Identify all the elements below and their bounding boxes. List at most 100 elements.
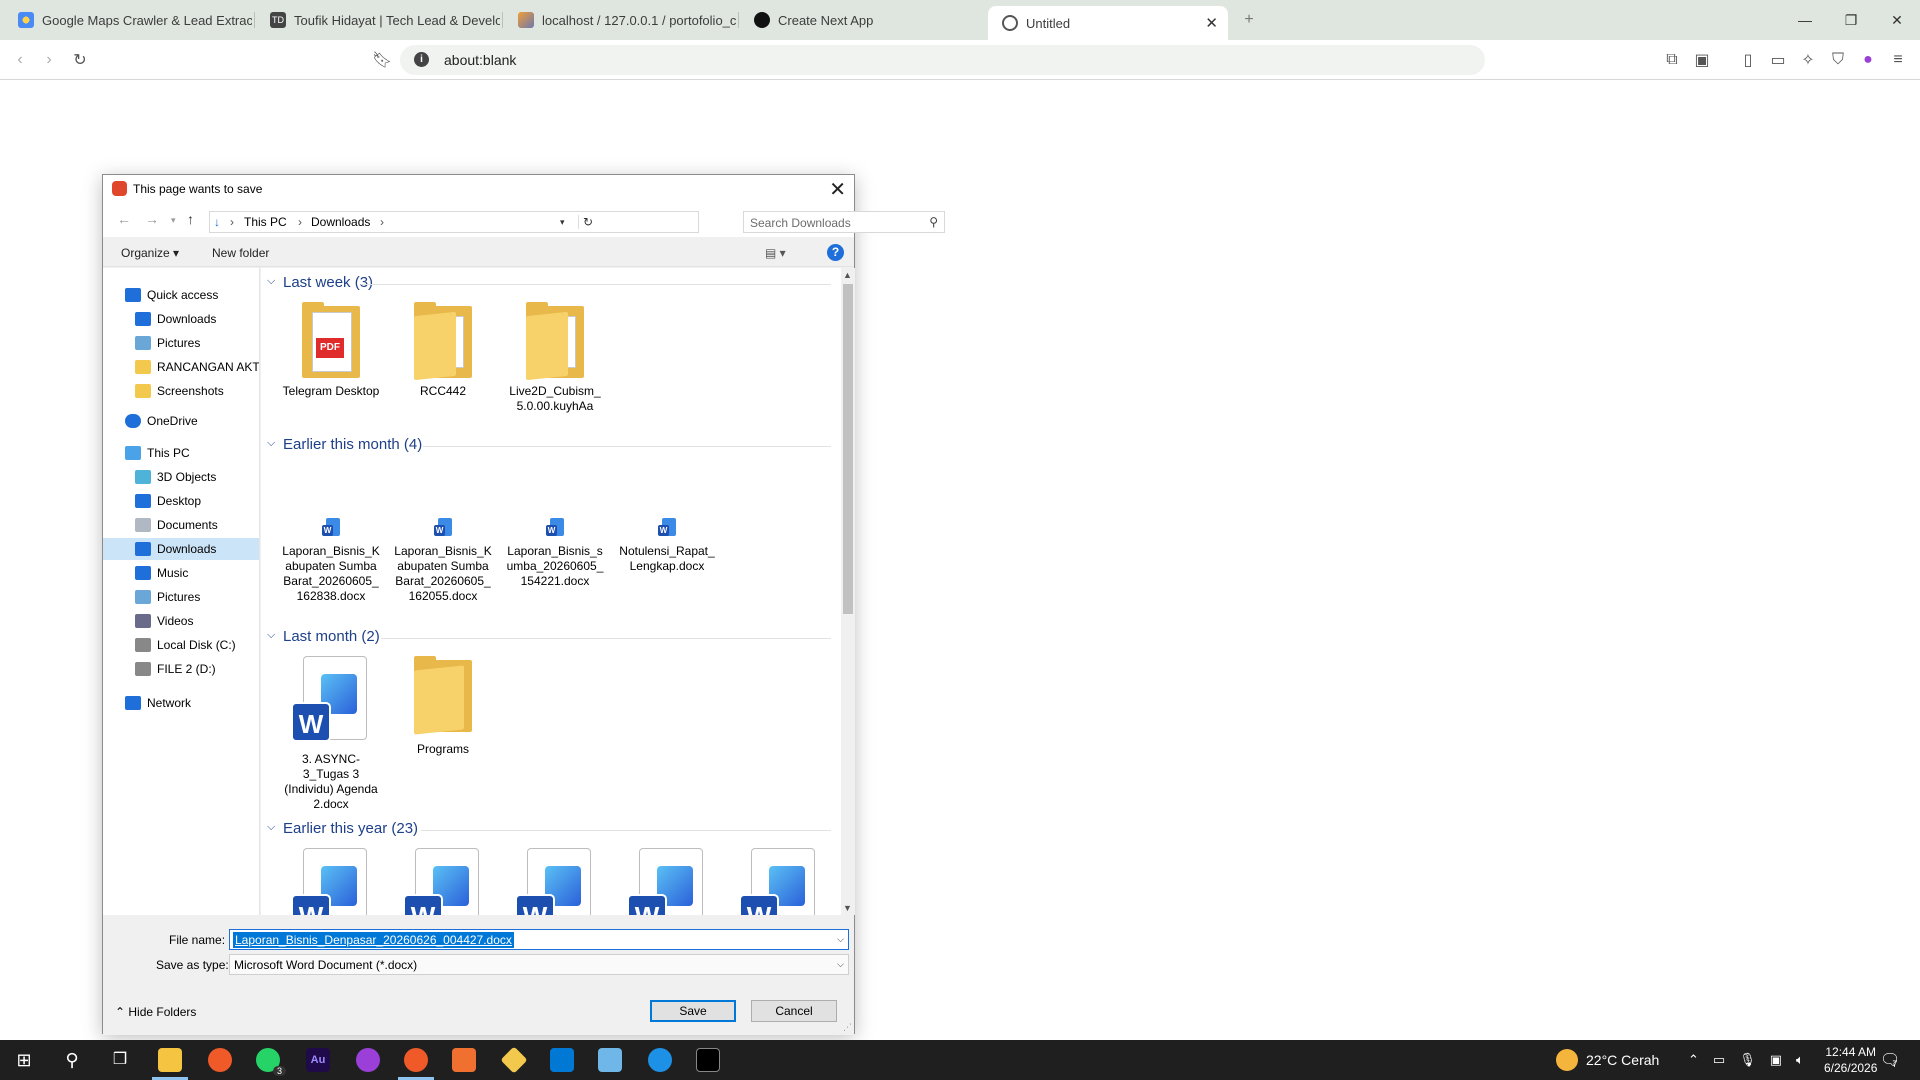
vpn-shield-icon[interactable]: ⛉ (1826, 48, 1850, 72)
refresh-icon[interactable]: ↻ (578, 215, 593, 229)
address-bar[interactable]: i about:blank (400, 45, 1485, 75)
organize-button[interactable]: Organize ▾ (121, 246, 179, 260)
profile-icon[interactable]: ● (1856, 48, 1880, 72)
file-item-docx[interactable]: W (617, 848, 717, 915)
scrollbar-thumb[interactable] (843, 284, 853, 614)
sidebar-item-downloads[interactable]: Downloads (103, 538, 259, 560)
task-view-icon[interactable]: ❒ (108, 1048, 132, 1072)
tab-localhost-phpmyadmin[interactable]: localhost / 127.0.0.1 / portofolio_cyb (504, 0, 736, 40)
meet-now-icon[interactable]: ▭ (1713, 1052, 1725, 1068)
sidebar-item-3d-objects[interactable]: 3D Objects (103, 466, 259, 488)
scroll-up-icon[interactable]: ▲ (843, 270, 852, 280)
minimize-icon[interactable]: — (1782, 0, 1828, 40)
notifications-button[interactable]: 🗨︎ 7 (1880, 1040, 1900, 1080)
whatsapp-icon[interactable]: 3 (256, 1048, 286, 1076)
address-breadcrumb[interactable]: ↓ › This PC › Downloads › ▾ ↻ (209, 211, 699, 233)
sidebar-item-this-pc[interactable]: This PC (103, 442, 259, 464)
sidebar-item-onedrive[interactable]: OneDrive (103, 410, 259, 432)
notes-app-icon[interactable] (598, 1048, 622, 1072)
file-name-input[interactable]: Laporan_Bisnis_Denpasar_20260626_004427.… (229, 929, 849, 950)
wallet-icon[interactable]: ▭ (1766, 48, 1790, 72)
recent-locations-icon[interactable]: ▾ (171, 215, 176, 226)
file-item-docx[interactable]: W Notulensi_Rapat_Lengkap.docx (617, 518, 717, 574)
git-kraken-icon[interactable] (500, 1046, 528, 1074)
chevron-right-icon[interactable]: › (380, 215, 384, 229)
vscode-icon[interactable] (550, 1048, 574, 1072)
restore-icon[interactable]: ❐ (1828, 0, 1874, 40)
extensions-icon[interactable]: ⧉ (1660, 48, 1684, 72)
breadcrumb-downloads[interactable]: Downloads (311, 215, 370, 229)
sidebar-item-pictures[interactable]: Pictures (103, 586, 259, 608)
docker-icon[interactable] (648, 1048, 672, 1072)
info-icon[interactable]: i (414, 52, 429, 67)
group-header-earlier-this-year[interactable]: ⌵ Earlier this year (23) (261, 818, 831, 842)
file-item-folder[interactable]: Live2D_Cubism_5.0.00.kuyhAa (505, 302, 605, 414)
sidebar-item-quick-access[interactable]: Quick access (103, 284, 259, 306)
xampp-icon[interactable] (452, 1048, 476, 1072)
sidebar-item-downloads[interactable]: Downloads (103, 308, 259, 330)
brave-nightly-icon[interactable] (404, 1048, 428, 1072)
microphone-icon[interactable]: 🎙︎ (1739, 1052, 1756, 1068)
clock[interactable]: 12:44 AM 6/26/2026 (1824, 1040, 1877, 1080)
file-item-docx[interactable]: W (505, 848, 605, 915)
search-icon[interactable]: ⚲ (929, 215, 938, 229)
up-arrow-icon[interactable]: ↑ (187, 211, 194, 227)
sidebar-item-local-disk-c[interactable]: Local Disk (C:) (103, 634, 259, 656)
file-item-folder[interactable]: Programs (393, 656, 493, 757)
forward-arrow-icon[interactable]: › (37, 48, 61, 72)
tab-untitled[interactable]: Untitled ✕ (988, 6, 1228, 40)
close-tab-icon[interactable]: ✕ (1205, 14, 1218, 32)
vertical-scrollbar[interactable]: ▲ ▼ (841, 268, 855, 915)
forward-arrow-icon[interactable]: → (145, 211, 159, 227)
save-as-type-select[interactable]: Microsoft Word Document (*.docx) ⌵ (229, 954, 849, 975)
chevron-down-icon[interactable]: ⌵ (837, 934, 844, 945)
chevron-right-icon[interactable]: › (298, 215, 302, 229)
breadcrumb-this-pc[interactable]: This PC (244, 215, 287, 229)
brave-beta-icon[interactable] (356, 1048, 380, 1072)
adobe-audition-icon[interactable]: Au (306, 1048, 330, 1072)
tab-google-maps-crawler[interactable]: Google Maps Crawler & Lead Extract (4, 0, 252, 40)
screenshot-icon[interactable]: ▣ (1690, 48, 1714, 72)
resize-grip-icon[interactable]: ⋰ (843, 1022, 852, 1033)
sidebar-item-rancangan-aktu[interactable]: RANCANGAN AKTU (103, 356, 259, 378)
file-item-folder[interactable]: RCC442 (393, 302, 493, 399)
file-item-folder[interactable]: PDF Telegram Desktop (281, 302, 381, 399)
save-button[interactable]: Save (650, 1000, 736, 1022)
hide-folders-button[interactable]: ⌃ Hide Folders (115, 1005, 196, 1019)
file-item-docx[interactable]: W Laporan_Bisnis_sumba_20260605_154221.d… (505, 518, 605, 589)
back-arrow-icon[interactable]: ‹ (8, 48, 32, 72)
sidebar-item-screenshots[interactable]: Screenshots (103, 380, 259, 402)
tab-toufik-hidayat[interactable]: TD Toufik Hidayat | Tech Lead & Develop (256, 0, 500, 40)
close-dialog-icon[interactable]: ✕ (829, 177, 846, 202)
network-icon[interactable]: ▣ (1770, 1052, 1782, 1068)
file-explorer-icon[interactable] (158, 1048, 182, 1072)
new-folder-button[interactable]: New folder (212, 246, 269, 260)
menu-icon[interactable]: ≡ (1886, 48, 1910, 72)
file-item-docx[interactable]: W (393, 848, 493, 915)
terminal-icon[interactable] (696, 1048, 720, 1072)
windows-start-icon[interactable]: ⊞ (12, 1048, 36, 1072)
sidebar-item-network[interactable]: Network (103, 692, 259, 714)
file-item-docx[interactable]: W 3. ASYNC- 3_Tugas 3 (Individu) Agenda … (281, 656, 381, 812)
group-header-earlier-this-month[interactable]: ⌵ Earlier this month (4) (261, 434, 831, 458)
scroll-down-icon[interactable]: ▼ (843, 903, 852, 913)
file-item-docx[interactable]: W Laporan_Bisnis_Kabupaten Sumba Barat_2… (281, 518, 381, 604)
file-item-docx[interactable]: W (729, 848, 829, 915)
group-header-last-week[interactable]: ⌵ Last week (3) (261, 272, 831, 296)
back-arrow-icon[interactable]: ← (117, 211, 131, 227)
chevron-right-icon[interactable]: › (230, 215, 234, 229)
bookmark-icon[interactable]: 🔖︎ (370, 48, 394, 72)
sidebar-icon[interactable]: ▯ (1736, 48, 1760, 72)
search-icon[interactable]: ⚲ (60, 1048, 84, 1072)
sidebar-item-videos[interactable]: Videos (103, 610, 259, 632)
sidebar-item-file-2-d[interactable]: FILE 2 (D:) (103, 658, 259, 680)
reload-icon[interactable]: ↻ (68, 48, 92, 72)
volume-icon[interactable]: 🔈︎ (1796, 1052, 1804, 1068)
chevron-up-icon[interactable]: ⌃ (1688, 1052, 1699, 1068)
close-window-icon[interactable]: ✕ (1874, 0, 1920, 40)
sidebar-item-desktop[interactable]: Desktop (103, 490, 259, 512)
change-view-icon[interactable]: ▤ ▾ (765, 246, 786, 260)
sidebar-item-music[interactable]: Music (103, 562, 259, 584)
new-tab-button[interactable]: + (1237, 8, 1261, 32)
weather-widget[interactable]: 22°C Cerah (1556, 1040, 1659, 1080)
